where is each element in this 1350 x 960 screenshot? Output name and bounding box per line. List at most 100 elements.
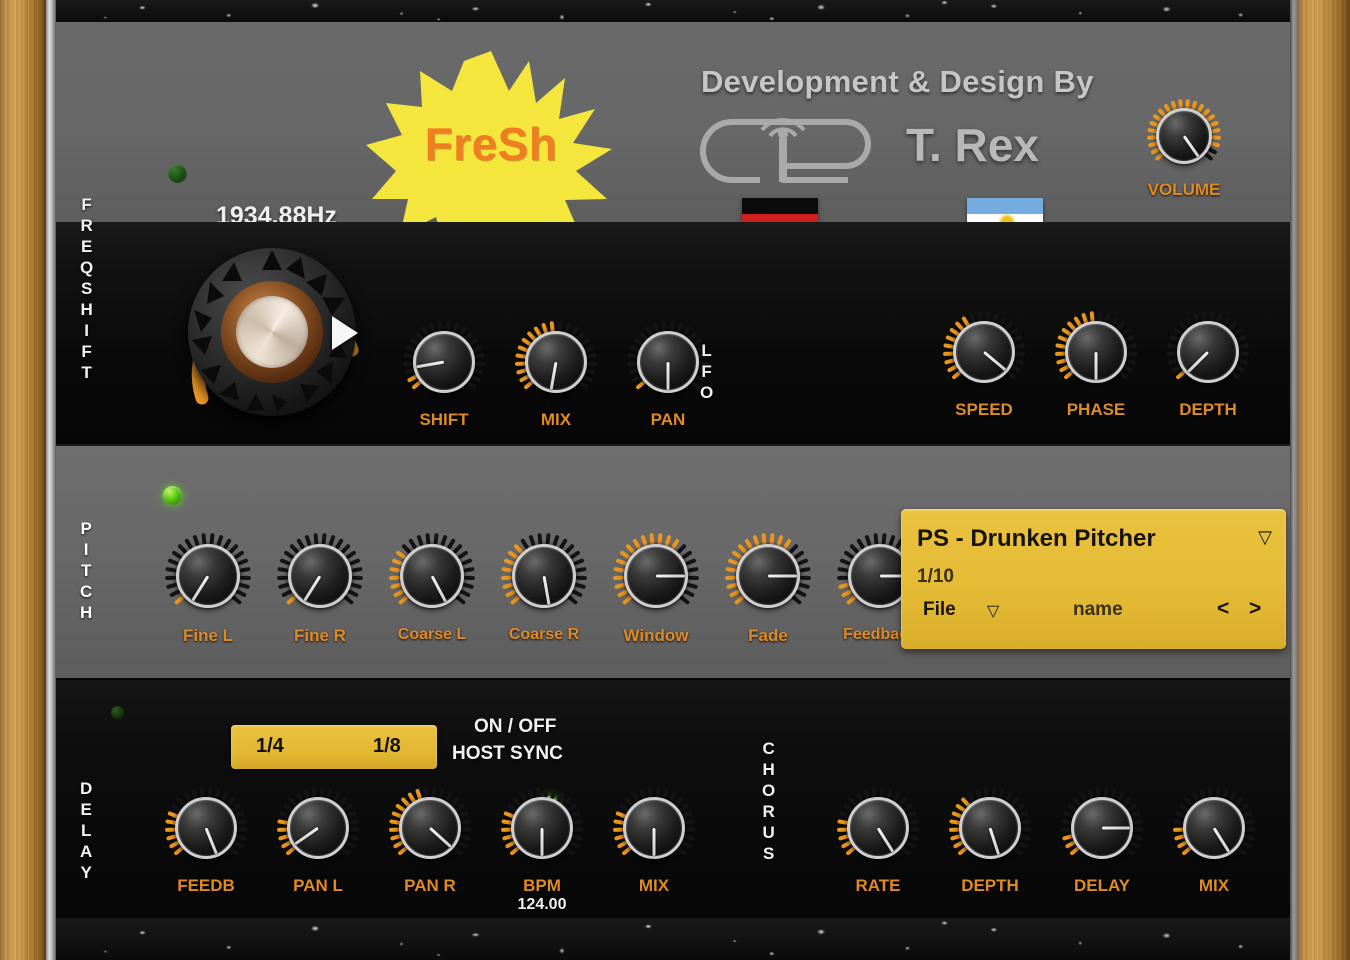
texture-bar-bottom [56, 918, 1290, 960]
knob-label: PAN R [404, 876, 456, 896]
knob-label: Coarse R [509, 626, 579, 644]
knob-dial[interactable] [164, 532, 252, 620]
knob-label: PAN L [293, 876, 343, 896]
lfo-phase-knob[interactable]: PHASE [1054, 310, 1138, 420]
delay-sync-panel[interactable]: 1/4 1/8 [231, 725, 437, 769]
pitch-coarse-r-knob[interactable]: Coarse R [500, 532, 588, 644]
pitch-fade-knob[interactable]: Fade [724, 532, 812, 646]
preset-prev-button[interactable]: < [1217, 597, 1229, 621]
knob-label: Fade [748, 626, 788, 646]
credit-line: Development & Design By [701, 64, 1094, 100]
knob-pointer [667, 362, 670, 390]
knob-label: SHIFT [419, 410, 468, 430]
knob-dial[interactable] [388, 532, 476, 620]
chorus-mix-knob[interactable]: MIX [1172, 786, 1256, 896]
knob-dial[interactable] [500, 532, 588, 620]
delay-pan-r-knob[interactable]: PAN R [388, 786, 472, 896]
knob-dial[interactable] [514, 320, 598, 404]
delay-section: DELAY 1/4 1/8 ON / OFF HOST SYNC FEEDB P… [56, 678, 1290, 918]
knob-pointer [1095, 352, 1098, 380]
metal-strip-left [46, 0, 56, 960]
knob-label: RATE [855, 876, 900, 896]
freq-shift-section: FREQSHIFT [56, 222, 1290, 444]
knob-label: MIX [639, 876, 669, 896]
knob-dial[interactable] [1060, 786, 1144, 870]
knob-pointer [541, 828, 544, 856]
delay-mix-knob[interactable]: MIX [612, 786, 696, 896]
preset-name[interactable]: PS - Drunken Pitcher [917, 525, 1156, 553]
plugin-window: FreSh Development & Design By T. Rex 193… [0, 0, 1350, 960]
pitch-window-knob[interactable]: Window [612, 532, 700, 646]
pitch-fine-r-knob[interactable]: Fine R [276, 532, 364, 646]
knob-dial[interactable] [388, 786, 472, 870]
preset-name-label[interactable]: name [1073, 599, 1123, 621]
knob-dial[interactable] [402, 320, 486, 404]
freq-pan-knob[interactable]: PAN [626, 320, 710, 430]
knob-dial[interactable] [836, 786, 920, 870]
knob-dial[interactable] [500, 786, 584, 870]
texture-bar-top [56, 0, 1290, 22]
freq-shift-pointer [332, 316, 358, 350]
knob-label: DELAY [1074, 876, 1130, 896]
knob-dial[interactable] [276, 532, 364, 620]
preset-dropdown-icon[interactable]: ▽ [1258, 527, 1272, 548]
chorus-rate-knob[interactable]: RATE [836, 786, 920, 896]
chorus-depth-knob[interactable]: DEPTH [948, 786, 1032, 896]
knob-label: DEPTH [961, 876, 1019, 896]
delay-led[interactable] [111, 706, 124, 719]
file-dropdown-icon[interactable]: ▽ [987, 601, 999, 621]
knob-dial[interactable] [626, 320, 710, 404]
pitch-led[interactable] [163, 486, 182, 505]
header-section: FreSh Development & Design By T. Rex 193… [56, 22, 1290, 222]
delay-hostsync-label: HOST SYNC [452, 743, 563, 765]
knob-label: FEEDB [177, 876, 235, 896]
pitch-fine-l-knob[interactable]: Fine L [164, 532, 252, 646]
volume-knob[interactable]: VOLUME [1146, 98, 1222, 200]
delay-onoff-label: ON / OFF [474, 716, 556, 738]
lfo-depth-knob[interactable]: DEPTH [1166, 310, 1250, 420]
knob-dial[interactable] [1172, 786, 1256, 870]
pitch-coarse-l-knob[interactable]: Coarse L [388, 532, 476, 644]
knob-dial[interactable] [948, 786, 1032, 870]
preset-next-button[interactable]: > [1249, 597, 1261, 621]
lfo-section-label: LFO [700, 340, 713, 403]
knob-label: Fine L [183, 626, 233, 646]
knob-dial[interactable] [1146, 98, 1222, 174]
knob-label: Fine R [294, 626, 346, 646]
knob-dial[interactable] [612, 786, 696, 870]
knob-dial[interactable] [1166, 310, 1250, 394]
knob-dial[interactable] [164, 786, 248, 870]
knob-dial[interactable] [612, 532, 700, 620]
knob-dial[interactable] [276, 786, 360, 870]
knob-value: 124.00 [518, 896, 567, 914]
preset-browser[interactable]: PS - Drunken Pitcher ▽ 1/10 File ▽ name … [901, 509, 1286, 649]
freq-shift-led[interactable] [168, 164, 187, 183]
knob-label: Coarse L [398, 626, 466, 644]
cis-logo-icon [696, 110, 876, 192]
knob-label: MIX [1199, 876, 1229, 896]
logo-text: FreSh [366, 117, 616, 171]
knob-dial[interactable] [724, 532, 812, 620]
pitch-section-label: PITCH [80, 518, 92, 623]
delay-feedback-knob[interactable]: FEEDB [164, 786, 248, 896]
freq-mix-knob[interactable]: MIX [514, 320, 598, 430]
delay-sync-quarter-button[interactable]: 1/4 [256, 735, 284, 758]
knob-label: PHASE [1067, 400, 1126, 420]
metal-strip-right [1290, 0, 1298, 960]
knob-dial[interactable] [942, 310, 1026, 394]
delay-sync-eighth-button[interactable]: 1/8 [373, 735, 401, 758]
shift-knob[interactable]: SHIFT [402, 320, 486, 430]
knob-pointer [653, 828, 656, 856]
freq-shift-main-knob[interactable] [174, 236, 370, 432]
delay-bpm-knob[interactable]: BPM124.00 [500, 786, 584, 914]
knob-label: DEPTH [1179, 400, 1237, 420]
knob-label: VOLUME [1148, 180, 1221, 200]
chorus-delay-knob[interactable]: DELAY [1060, 786, 1144, 896]
lfo-speed-knob[interactable]: SPEED [942, 310, 1026, 420]
delay-pan-l-knob[interactable]: PAN L [276, 786, 360, 896]
knob-label: MIX [541, 410, 571, 430]
knob-dial[interactable] [1054, 310, 1138, 394]
knob-pointer [768, 575, 797, 578]
knob-pointer [1102, 827, 1130, 830]
preset-file-label[interactable]: File [923, 599, 956, 621]
